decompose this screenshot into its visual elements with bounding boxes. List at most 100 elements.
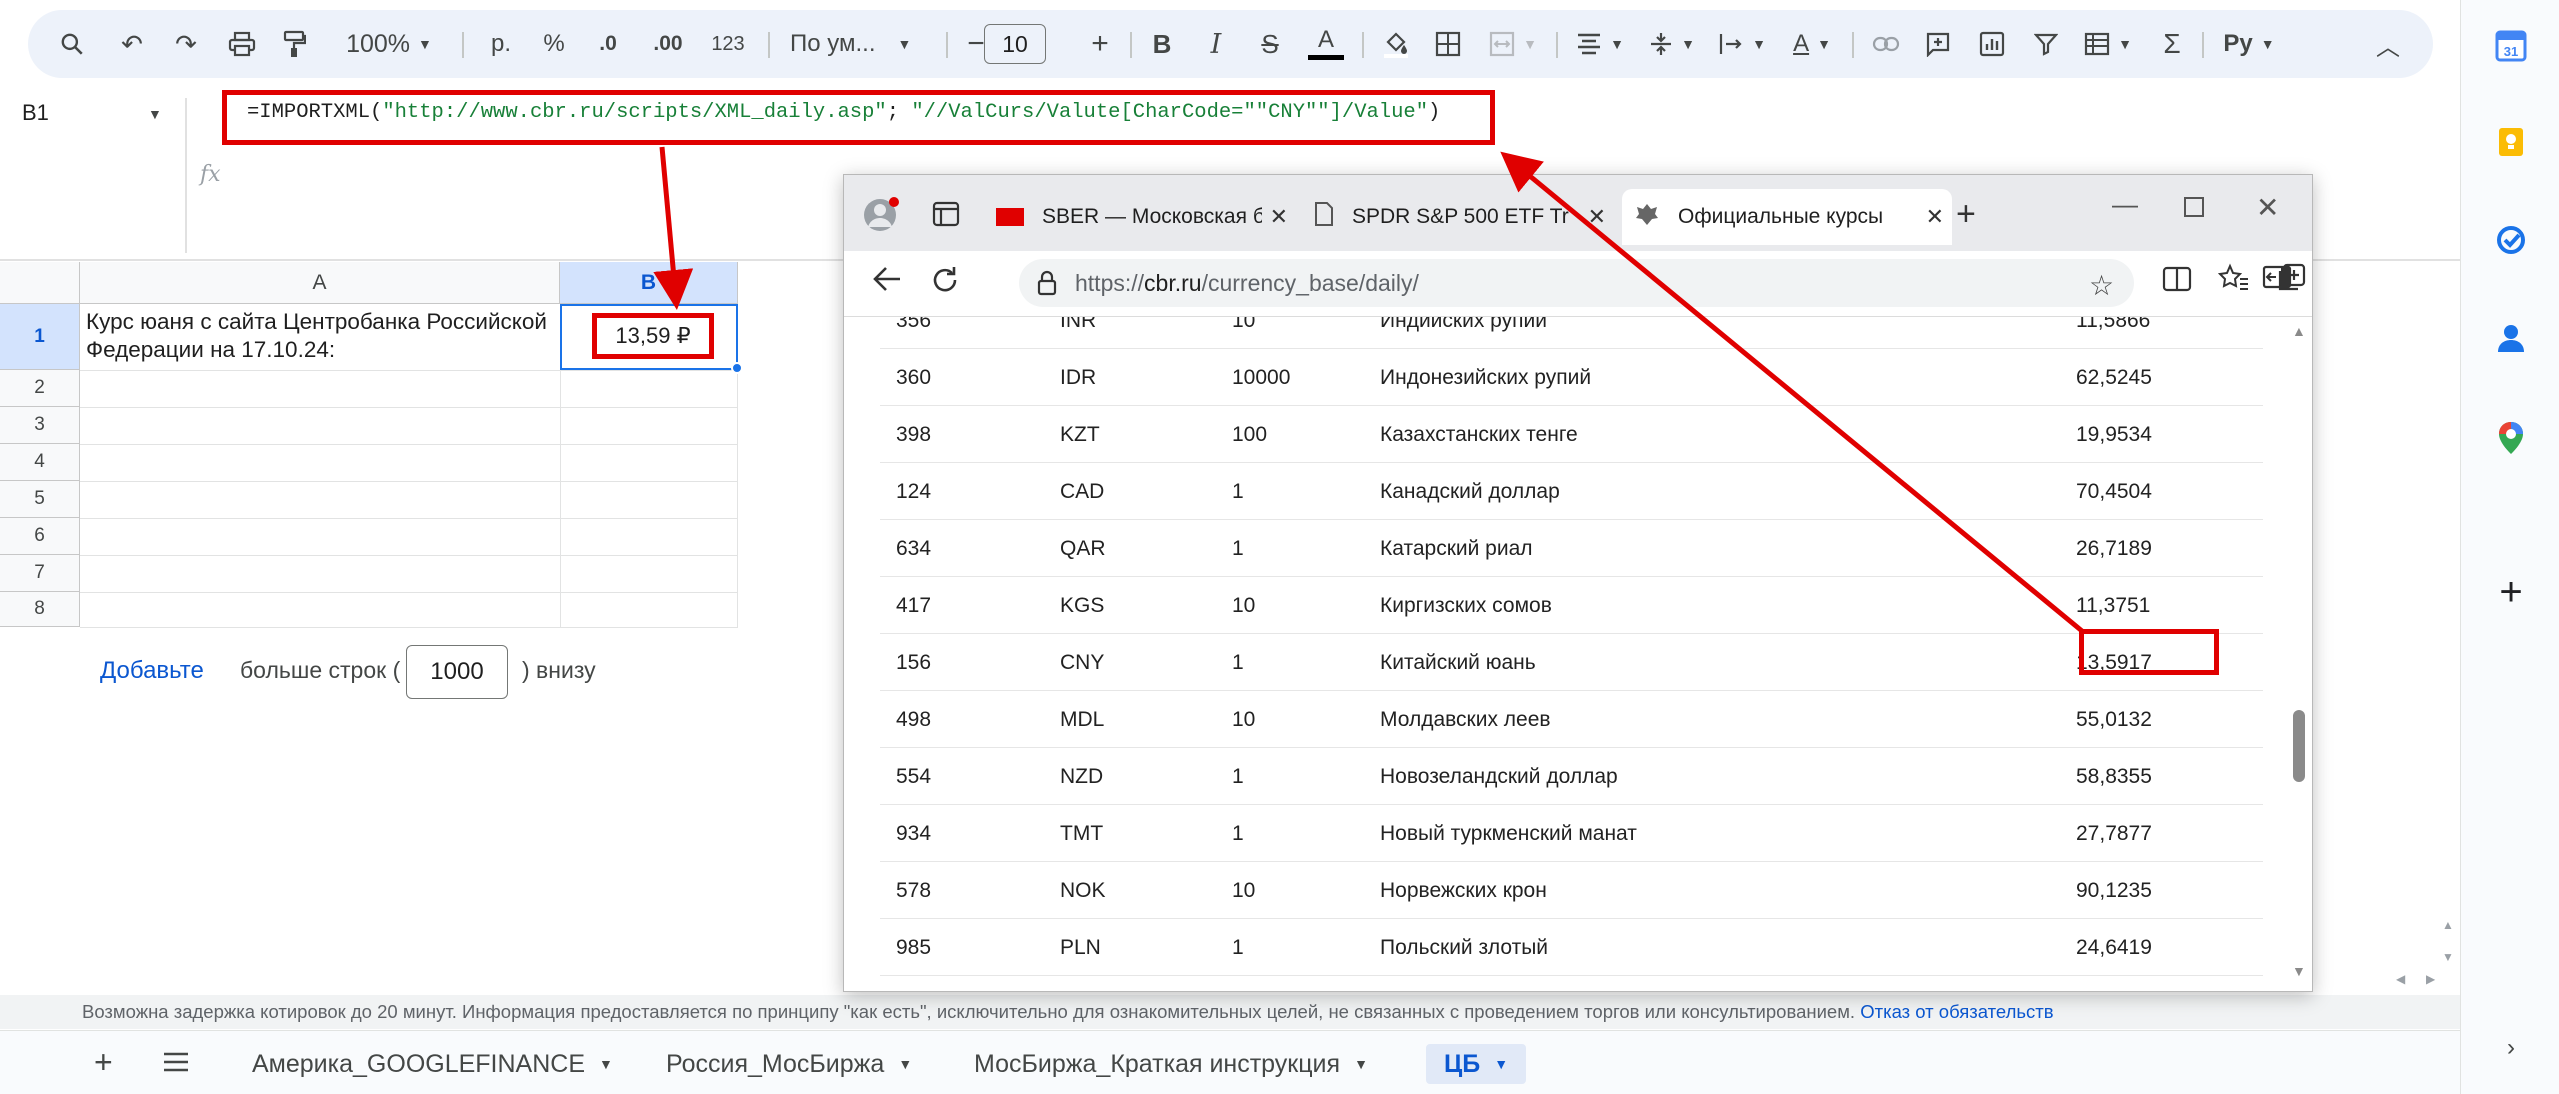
row-header-2[interactable]: 2 — [0, 370, 80, 407]
calendar-icon[interactable]: 31 — [2493, 28, 2529, 64]
url-field[interactable]: https://cbr.ru/currency_base/daily/ ☆ — [1019, 259, 2134, 307]
sheet-tab-cb[interactable]: ЦБ ▼ — [1426, 1044, 1527, 1084]
browser-tab-bar: SBER — Московская б ✕ SPDR S&P 500 ETF T… — [844, 175, 2312, 251]
scroll-up-icon[interactable]: ▲ — [2292, 323, 2306, 339]
row-header-7[interactable]: 7 — [0, 555, 80, 592]
borders-icon[interactable] — [1428, 22, 1468, 66]
close-tab-icon[interactable]: ✕ — [1926, 204, 1944, 230]
contacts-icon[interactable] — [2493, 320, 2529, 356]
collapse-toolbar-icon[interactable]: ︿ — [2368, 22, 2408, 66]
currency-format-button[interactable]: р. — [478, 22, 524, 66]
rows-count-input[interactable]: 1000 — [406, 645, 508, 699]
browser-tab-spdr[interactable]: SPDR S&P 500 ETF Tr ✕ — [1304, 189, 1614, 245]
browser-tab-cbr[interactable]: Официальные курсы ✕ — [1622, 189, 1952, 245]
sidebar-toggle-icon[interactable] — [2262, 264, 2292, 295]
all-sheets-icon[interactable] — [162, 1051, 190, 1078]
bold-icon[interactable]: B — [1142, 22, 1182, 66]
favorite-star-icon[interactable]: ☆ — [2089, 269, 2114, 302]
cell-a1[interactable]: Курс юаня с сайта Центробанка Российской… — [86, 308, 556, 364]
column-header-b[interactable]: B — [560, 262, 738, 304]
sheet-tab-moex-guide[interactable]: МосБиржа_Краткая инструкция ▼ — [974, 1044, 1368, 1084]
number-format-button[interactable]: 123 — [700, 22, 756, 66]
row-header-1[interactable]: 1 — [0, 304, 80, 370]
browser-tab-sber[interactable]: SBER — Московская б ✕ — [986, 189, 1296, 245]
decrease-decimal-button[interactable]: .0 — [584, 22, 632, 66]
row-header-3[interactable]: 3 — [0, 407, 80, 444]
text-rotation-icon[interactable]: A ▼ — [1782, 22, 1842, 66]
chevron-down-icon[interactable]: ▼ — [148, 106, 162, 122]
sheet-tab-russia[interactable]: Россия_МосБиржа ▼ — [666, 1044, 912, 1084]
font-select[interactable]: По ум... ▼ — [780, 22, 940, 66]
search-icon[interactable] — [52, 22, 92, 66]
select-all-corner[interactable] — [0, 262, 80, 304]
scroll-right-icon[interactable]: ▶ — [2426, 972, 2435, 986]
column-header-a[interactable]: A — [80, 262, 560, 304]
row-header-8[interactable]: 8 — [0, 592, 80, 627]
fill-color-icon[interactable] — [1376, 22, 1416, 66]
table-cell-char-code: CNY — [1060, 651, 1105, 674]
tab-actions-icon[interactable] — [932, 201, 960, 232]
functions-icon[interactable]: Σ — [2152, 22, 2192, 66]
percent-format-button[interactable]: % — [534, 22, 574, 66]
font-size-increase-button[interactable]: + — [1082, 22, 1118, 66]
profile-avatar-icon[interactable] — [862, 195, 902, 240]
sheet-tab-label: Америка_GOOGLEFINANCE — [252, 1049, 586, 1078]
vertical-align-icon[interactable]: ▼ — [1642, 22, 1702, 66]
text-wrap-icon[interactable]: ▼ — [1712, 22, 1772, 66]
add-sheet-button[interactable]: + — [94, 1044, 113, 1081]
font-size-input[interactable]: 10 — [984, 24, 1046, 64]
minimize-icon[interactable]: — — [2112, 189, 2138, 220]
row-header-5[interactable]: 5 — [0, 481, 80, 518]
favorites-icon[interactable] — [2217, 263, 2250, 300]
scroll-thumb[interactable] — [2293, 710, 2305, 782]
table-cell-currency-name: Катарский риал — [1380, 537, 1533, 560]
split-screen-icon[interactable] — [2162, 265, 2192, 300]
insert-chart-icon[interactable] — [1972, 22, 2012, 66]
row-header-4[interactable]: 4 — [0, 444, 80, 481]
close-window-icon[interactable]: ✕ — [2256, 191, 2279, 224]
page-scrollbar[interactable] — [2285, 317, 2311, 991]
filter-icon[interactable] — [2026, 22, 2066, 66]
add-rows-button[interactable]: Добавьте — [100, 657, 204, 685]
tasks-icon[interactable] — [2493, 222, 2529, 258]
scroll-left-icon[interactable]: ◀ — [2396, 972, 2405, 986]
horizontal-align-icon[interactable]: ▼ — [1568, 22, 1632, 66]
scroll-down-icon[interactable]: ▼ — [2442, 950, 2454, 964]
fill-handle[interactable] — [731, 362, 743, 374]
close-tab-icon[interactable]: ✕ — [1270, 204, 1288, 230]
insert-link-icon[interactable] — [1866, 22, 1906, 66]
disclaimer-link[interactable]: Отказ от обязательств — [1860, 1001, 2053, 1022]
redo-icon[interactable]: ↷ — [166, 22, 206, 66]
new-tab-icon[interactable]: + — [1956, 195, 1976, 234]
input-tools-icon[interactable]: Pу ▼ — [2214, 22, 2284, 66]
add-addon-icon[interactable]: + — [2493, 570, 2529, 614]
italic-icon[interactable]: I — [1196, 22, 1236, 66]
table-cell-rate: 62,5245 — [2076, 366, 2152, 389]
strikethrough-icon[interactable]: S — [1250, 22, 1290, 66]
lock-icon[interactable] — [1037, 270, 1057, 301]
back-icon[interactable] — [872, 265, 902, 300]
increase-decimal-button[interactable]: .00 — [640, 22, 696, 66]
chevron-right-icon[interactable]: › — [2493, 1030, 2529, 1066]
merge-cells-icon[interactable]: ▼ — [1480, 22, 1546, 66]
divider — [1130, 32, 1132, 58]
close-tab-icon[interactable]: ✕ — [1588, 204, 1606, 230]
grid-line — [80, 481, 738, 482]
sheet-tab-america[interactable]: Америка_GOOGLEFINANCE ▼ — [252, 1044, 613, 1084]
paint-format-icon[interactable] — [274, 22, 314, 66]
undo-icon[interactable]: ↶ — [112, 22, 152, 66]
table-cell-num-code: 356 — [896, 317, 932, 332]
print-icon[interactable] — [222, 22, 262, 66]
row-header-6[interactable]: 6 — [0, 518, 80, 555]
keep-icon[interactable] — [2493, 124, 2529, 160]
refresh-icon[interactable] — [930, 265, 960, 302]
text-color-icon[interactable]: A — [1304, 22, 1348, 66]
scroll-down-icon[interactable]: ▼ — [2292, 963, 2306, 979]
table-cell-char-code: IDR — [1060, 366, 1097, 389]
maximize-icon[interactable] — [2184, 197, 2204, 217]
zoom-select[interactable]: 100% ▼ — [334, 22, 444, 66]
insert-comment-icon[interactable] — [1918, 22, 1958, 66]
scroll-up-icon[interactable]: ▲ — [2442, 918, 2454, 932]
maps-icon[interactable] — [2493, 420, 2529, 456]
filter-views-icon[interactable]: ▼ — [2076, 22, 2140, 66]
